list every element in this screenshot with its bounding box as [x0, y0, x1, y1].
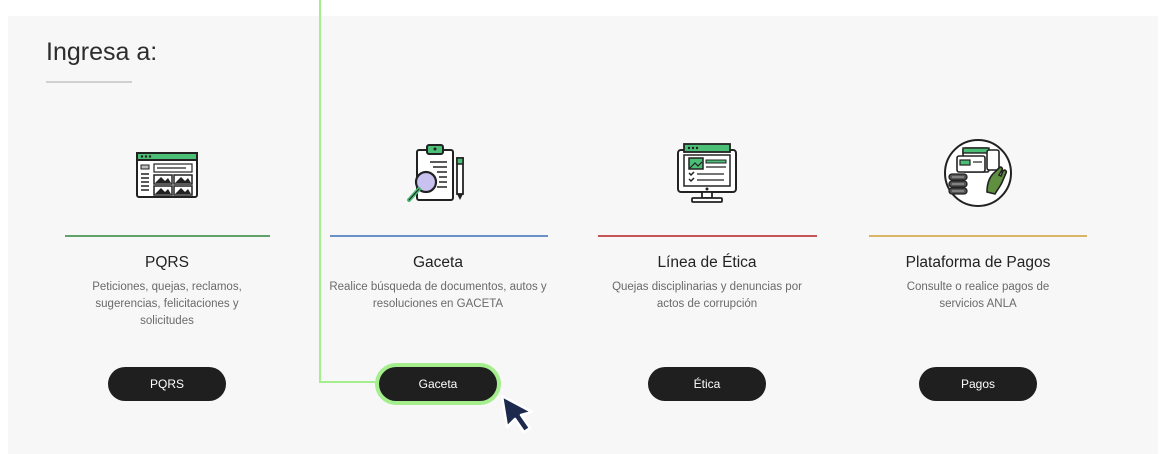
card-description: Consulte o realice pagos de servicios AN… — [906, 281, 1050, 310]
gallery-window-icon — [124, 130, 210, 216]
callout-line — [319, 0, 321, 383]
card-pqrs: PQRS Peticiones, quejas, reclamos, suger… — [52, 130, 282, 430]
card-divider — [598, 235, 817, 237]
card-title: Línea de Ética — [657, 254, 757, 271]
card-description: Quejas disciplinarias y denuncias por ac… — [612, 281, 802, 310]
clipboard-search-icon — [395, 130, 481, 216]
card-divider — [65, 235, 270, 237]
gaceta-button[interactable]: Gaceta — [379, 367, 497, 401]
card-gaceta: Gaceta Realice búsqueda de documentos, a… — [323, 130, 553, 430]
card-title: PQRS — [145, 254, 189, 271]
payment-hand-icon — [935, 130, 1021, 216]
monitor-checklist-icon — [664, 130, 750, 216]
card-description: Realice búsqueda de documentos, autos y … — [329, 281, 547, 310]
card-description: Peticiones, quejas, reclamos, sugerencia… — [92, 281, 242, 327]
card-divider — [330, 235, 548, 237]
pagos-button[interactable]: Pagos — [919, 367, 1037, 401]
card-title: Gaceta — [413, 254, 463, 271]
heading-underline — [46, 81, 132, 83]
card-etica: Línea de Ética Quejas disciplinarias y d… — [592, 130, 822, 430]
section-heading: Ingresa a: — [46, 38, 158, 66]
card-title: Plataforma de Pagos — [905, 254, 1051, 271]
card-divider — [869, 235, 1087, 237]
cursor-arrow-icon — [496, 392, 542, 436]
pqrs-button[interactable]: PQRS — [108, 367, 226, 401]
card-pagos: Plataforma de Pagos Consulte o realice p… — [863, 130, 1093, 430]
etica-button[interactable]: Ética — [648, 367, 766, 401]
